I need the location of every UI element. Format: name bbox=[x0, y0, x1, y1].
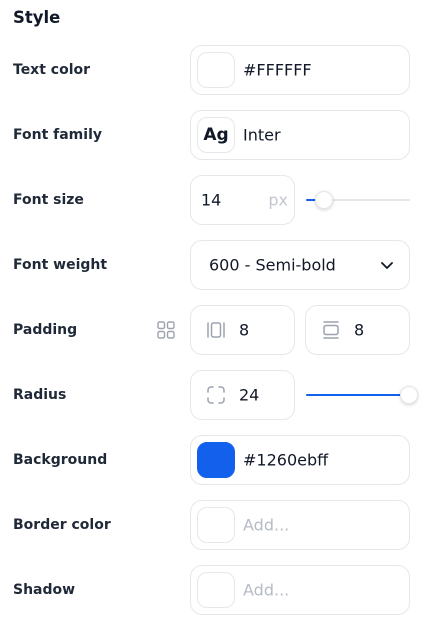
font-size-slider[interactable] bbox=[306, 190, 410, 210]
text-color-label: Text color bbox=[13, 62, 91, 78]
padding-vertical-input[interactable]: 8 bbox=[305, 305, 410, 355]
font-preview: Ag bbox=[197, 117, 235, 153]
font-family-label: Font family bbox=[13, 127, 102, 143]
text-color-value[interactable]: #FFFFFF bbox=[243, 61, 312, 80]
background-value[interactable]: #1260ebff bbox=[243, 451, 328, 470]
radius-slider-fill bbox=[306, 394, 410, 396]
border-color-row: Border color Add... bbox=[0, 500, 427, 550]
background-swatch[interactable] bbox=[197, 442, 235, 478]
padding-horizontal-value[interactable]: 8 bbox=[239, 321, 249, 340]
padding-vertical-icon bbox=[323, 321, 339, 339]
font-weight-select[interactable]: 600 - Semi-bold bbox=[190, 240, 410, 290]
radius-input[interactable]: 24 bbox=[190, 370, 295, 420]
background-row: Background #1260ebff bbox=[0, 435, 427, 485]
radius-value[interactable]: 24 bbox=[239, 386, 259, 405]
radius-corners-icon bbox=[207, 386, 225, 404]
font-size-row: Font size 14 px bbox=[0, 175, 427, 225]
shadow-field[interactable]: Add... bbox=[190, 565, 410, 615]
shadow-row: Shadow Add... bbox=[0, 565, 427, 615]
font-family-field[interactable]: Ag Inter bbox=[190, 110, 410, 160]
background-label: Background bbox=[13, 452, 108, 468]
padding-horizontal-icon bbox=[207, 322, 225, 338]
padding-vertical-value[interactable]: 8 bbox=[354, 321, 364, 340]
font-weight-row: Font weight 600 - Semi-bold bbox=[0, 240, 427, 290]
chevron-down-icon[interactable] bbox=[379, 257, 395, 273]
radius-row: Radius 24 bbox=[0, 370, 427, 420]
font-size-label: Font size bbox=[13, 192, 84, 208]
font-weight-label: Font weight bbox=[13, 257, 108, 273]
border-color-swatch[interactable] bbox=[197, 507, 235, 543]
shadow-swatch[interactable] bbox=[197, 572, 235, 608]
background-field[interactable]: #1260ebff bbox=[190, 435, 410, 485]
shadow-placeholder[interactable]: Add... bbox=[243, 581, 289, 600]
padding-row: Padding 8 8 bbox=[0, 305, 427, 355]
text-color-row: Text color #FFFFFF bbox=[0, 45, 427, 95]
panel-title: Style bbox=[13, 8, 61, 27]
font-weight-value[interactable]: 600 - Semi-bold bbox=[209, 256, 336, 275]
radius-slider[interactable] bbox=[306, 385, 418, 405]
padding-linked-grid-icon[interactable] bbox=[157, 321, 175, 339]
font-family-row: Font family Ag Inter bbox=[0, 110, 427, 160]
border-color-label: Border color bbox=[13, 517, 111, 533]
border-color-placeholder[interactable]: Add... bbox=[243, 516, 289, 535]
text-color-swatch[interactable] bbox=[197, 52, 235, 88]
font-size-slider-thumb[interactable] bbox=[315, 191, 333, 209]
radius-label: Radius bbox=[13, 387, 67, 403]
font-family-value[interactable]: Inter bbox=[243, 126, 281, 145]
border-color-field[interactable]: Add... bbox=[190, 500, 410, 550]
padding-label: Padding bbox=[13, 322, 78, 338]
font-size-input[interactable]: 14 px bbox=[190, 175, 295, 225]
text-color-field[interactable]: #FFFFFF bbox=[190, 45, 410, 95]
radius-slider-thumb[interactable] bbox=[400, 386, 418, 404]
font-size-unit: px bbox=[268, 190, 288, 210]
padding-horizontal-input[interactable]: 8 bbox=[190, 305, 295, 355]
font-size-value[interactable]: 14 bbox=[201, 191, 221, 210]
shadow-label: Shadow bbox=[13, 582, 76, 598]
